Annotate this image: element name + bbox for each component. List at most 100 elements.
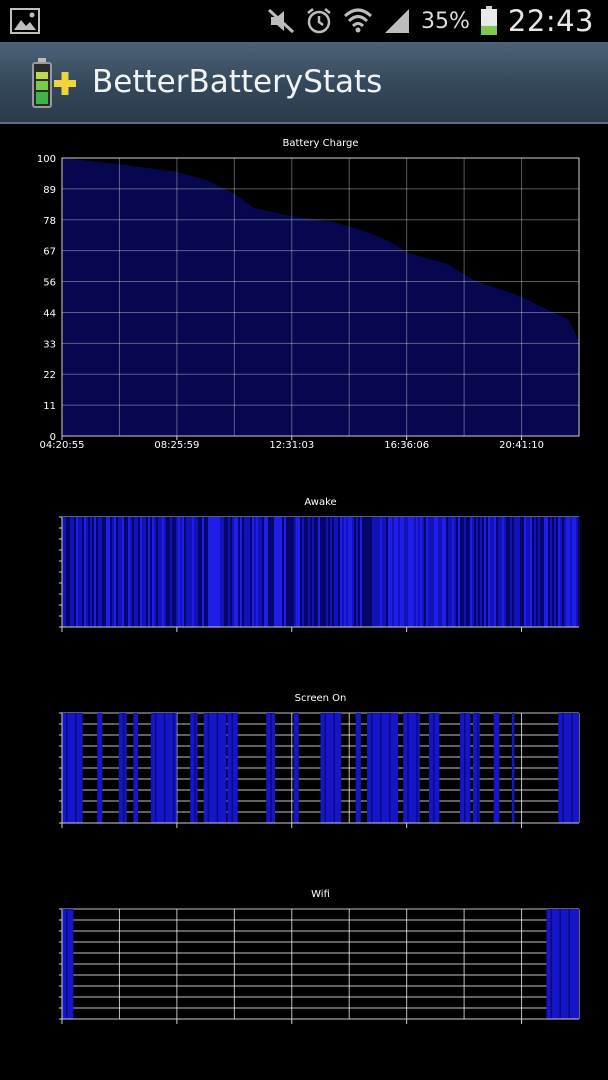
timeline-bar-stripe [362, 517, 364, 627]
clock: 22:43 [507, 4, 594, 38]
timeline-bar-stripe [432, 517, 434, 627]
timeline-bar-stripe [272, 517, 274, 627]
timeline-bar-stripe [112, 517, 114, 627]
timeline-bar-stripe [222, 517, 224, 627]
timeline-bar [118, 713, 127, 823]
timeline-bar-stripe [314, 517, 316, 627]
battery-y-tick-label: 44 [43, 308, 56, 319]
timeline-bar-stripe [508, 517, 510, 627]
battery-icon [480, 6, 497, 35]
timeline-bar-stripe [64, 517, 66, 627]
timeline-bar-stripe [186, 517, 188, 627]
timeline-bar-stripe [346, 517, 348, 627]
timeline-bar-stripe [66, 517, 68, 627]
battery-x-tick-label: 16:36:06 [384, 440, 429, 451]
timeline-bar [320, 713, 342, 823]
timeline-bar-stripe [312, 517, 314, 627]
timeline-bar-stripe [286, 517, 288, 627]
timeline-bar-stripe [250, 517, 252, 627]
timeline-bar-stripe [308, 517, 310, 627]
timeline-bar-stripe [294, 517, 296, 627]
timeline-bar-stripe [163, 713, 166, 823]
timeline-bar-stripe [98, 517, 100, 627]
timeline-bar-stripe [282, 517, 284, 627]
timeline-bar-stripe [74, 517, 76, 627]
battery-x-tick-label: 08:25:59 [154, 440, 199, 451]
timeline-bar [133, 713, 138, 823]
timeline-bar-stripe [480, 517, 482, 627]
timeline-bar-stripe [520, 517, 522, 627]
timeline-bar-stripe [394, 517, 396, 627]
timeline-bar-stripe [78, 517, 80, 627]
timeline-bar-stripe [450, 517, 452, 627]
timeline-bar-stripe [570, 517, 572, 627]
timeline-bar-stripe [436, 517, 438, 627]
timeline-bar-stripe [254, 517, 256, 627]
timeline-bar-stripe [274, 517, 276, 627]
timeline-bar-stripe [110, 517, 112, 627]
timeline-bar-stripe [344, 517, 346, 627]
timeline-bar-stripe [466, 517, 468, 627]
timeline-bar-stripe [540, 517, 542, 627]
timeline-bar-stripe [414, 517, 416, 627]
timeline-bar-stripe [162, 517, 164, 627]
timeline-bar-stripe [328, 517, 330, 627]
timeline-bar-stripe [350, 517, 352, 627]
timeline-bar-stripe [84, 517, 86, 627]
timeline-bar-stripe [534, 517, 536, 627]
timeline-bar-stripe [522, 517, 524, 627]
wifi-icon [343, 8, 373, 33]
timeline-bar-stripe [336, 517, 338, 627]
timeline-bar-stripe [140, 517, 142, 627]
timeline-bar-stripe [202, 517, 204, 627]
timeline-bar [62, 713, 83, 823]
timeline-bar-stripe [320, 517, 322, 627]
timeline-bar [203, 713, 227, 823]
timeline-bar-stripe [532, 517, 534, 627]
timeline-bar-stripe [396, 517, 398, 627]
timeline-bar-stripe [380, 517, 382, 627]
battery-plus-icon[interactable] [30, 56, 80, 110]
battery-percent: 35% [421, 8, 470, 34]
timeline-bar-stripe [75, 713, 77, 823]
timeline-bar-stripe [240, 517, 242, 627]
timeline-bar-stripe [104, 517, 106, 627]
timeline-bar-stripe [476, 517, 478, 627]
timeline-bar-stripe [216, 517, 218, 627]
timeline-bar-stripe [144, 517, 146, 627]
timeline-bar-stripe [390, 517, 392, 627]
timeline-bar-stripe [402, 517, 404, 627]
timeline-bar-stripe [490, 517, 492, 627]
timeline-bar-stripe [530, 517, 532, 627]
timeline-bar-stripe [496, 517, 498, 627]
timeline-bar-stripe [578, 517, 580, 627]
timeline-bar-stripe [546, 517, 548, 627]
timeline-bar-stripe [130, 517, 132, 627]
timeline-bar-stripe [236, 517, 238, 627]
timeline-bar-stripe [124, 517, 126, 627]
timeline-bar-stripe [134, 517, 136, 627]
timeline-bar-stripe [122, 713, 125, 823]
timeline-bar-stripe [354, 517, 356, 627]
timeline-bar-stripe [412, 517, 414, 627]
timeline-bar-stripe [482, 517, 484, 627]
timeline-bar-stripe [566, 517, 568, 627]
battery-x-tick-label: 20:41:10 [499, 440, 544, 451]
timeline-bar-stripe [498, 517, 500, 627]
timeline-bar-stripe [500, 517, 502, 627]
timeline-bar-stripe [422, 517, 424, 627]
timeline-bar-stripe [172, 713, 175, 823]
timeline-bar-stripe [324, 713, 326, 823]
timeline-bar-stripe [90, 517, 92, 627]
timeline-bar [62, 909, 74, 1019]
timeline-bar-stripe [318, 517, 320, 627]
timeline-bar [511, 713, 515, 823]
timeline-bar-stripe [506, 517, 508, 627]
timeline-bar-stripe [518, 517, 520, 627]
timeline-bar-stripe [408, 517, 410, 627]
timeline-bar-stripe [196, 517, 198, 627]
timeline-bar-stripe [80, 517, 82, 627]
timeline-bar-stripe [306, 517, 308, 627]
timeline-bar [293, 713, 299, 823]
timeline-bar-stripe [398, 517, 400, 627]
